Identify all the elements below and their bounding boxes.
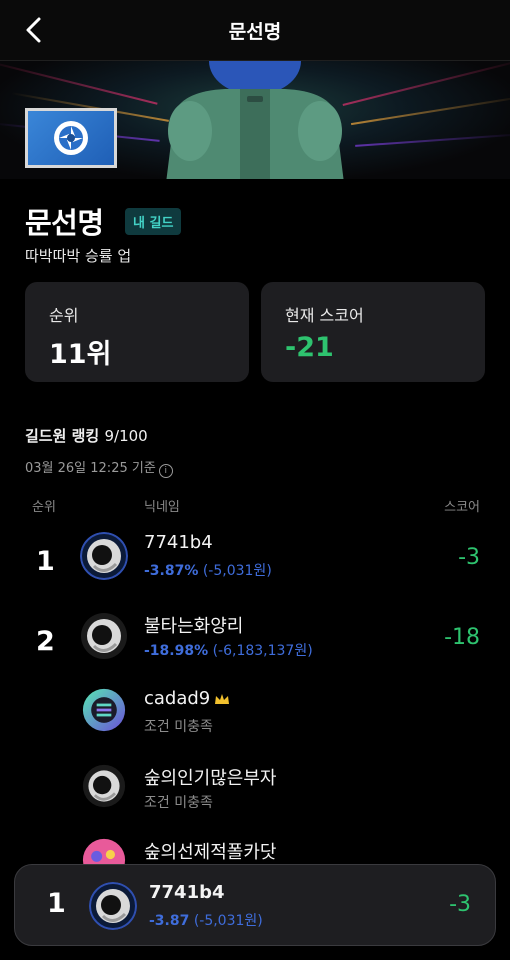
coin-avatar-icon bbox=[82, 688, 126, 732]
rank-card: 순위 11위 bbox=[25, 282, 249, 382]
timestamp-text: 03월 26일 12:25 기준 bbox=[25, 461, 156, 476]
my-change: -3.87 (-5,031원) bbox=[149, 910, 263, 930]
ranking-count: 9/100 bbox=[104, 427, 148, 445]
member-row[interactable]: 숲의인기많은부자 조건 미충족 bbox=[0, 764, 510, 832]
member-change: -18.98% (-6,183,137원) bbox=[144, 640, 313, 660]
member-score: -3 bbox=[458, 545, 480, 570]
info-icon[interactable]: i bbox=[158, 464, 173, 478]
score-label: 현재 스코어 bbox=[285, 306, 364, 325]
my-change-amount: (-5,031원) bbox=[193, 913, 263, 929]
aperture-logo-icon bbox=[54, 121, 88, 155]
score-card: 현재 스코어 -21 bbox=[261, 282, 485, 382]
character-figure bbox=[166, 61, 344, 179]
ranking-title: 길드원 랭킹 9/100 bbox=[25, 425, 148, 446]
member-nickname: cadad9 bbox=[144, 688, 211, 709]
member-change-percent: -3.87% bbox=[144, 563, 199, 579]
member-status: 조건 미충족 bbox=[144, 719, 213, 735]
member-row[interactable]: cadad9 조건 미충족 bbox=[0, 688, 510, 756]
rank-value: 11위 bbox=[49, 339, 112, 370]
column-header-rank: 순위 bbox=[32, 500, 56, 515]
astronaut-avatar-icon bbox=[80, 532, 128, 580]
member-row[interactable]: 2 불타는화양리 -18.98% (-6,183,137원) -18 bbox=[0, 612, 510, 680]
member-nickname: 숲의인기많은부자 bbox=[144, 768, 277, 789]
member-nickname: 7741b4 bbox=[144, 532, 213, 553]
ranking-timestamp: 03월 26일 12:25 기준 i bbox=[25, 457, 173, 478]
member-nickname: 숲의선제적폴카닷 bbox=[144, 842, 277, 863]
member-rank: 1 bbox=[36, 546, 55, 577]
my-rank-sticky-card[interactable]: 1 7741b4 -3.87 (-5,031원) -3 bbox=[14, 864, 496, 946]
ranking-title-text: 길드원 랭킹 bbox=[25, 427, 100, 445]
member-change: -3.87% (-5,031원) bbox=[144, 560, 272, 580]
member-score: -18 bbox=[444, 625, 480, 650]
member-change-amount: (-6,183,137원) bbox=[212, 643, 313, 659]
astronaut-avatar-icon bbox=[82, 764, 126, 808]
member-status: 조건 미충족 bbox=[144, 795, 213, 811]
column-header-score: 스코어 bbox=[444, 500, 480, 515]
member-nickname-wrap: cadad9 bbox=[144, 688, 230, 709]
guild-description: 따박따박 승률 업 bbox=[25, 247, 132, 265]
rank-label: 순위 bbox=[49, 306, 79, 325]
top-bar: 문선명 bbox=[0, 0, 510, 61]
astronaut-avatar-icon bbox=[81, 613, 127, 659]
my-nickname: 7741b4 bbox=[149, 882, 225, 903]
page-title: 문선명 bbox=[228, 21, 282, 43]
member-rank: 2 bbox=[36, 626, 55, 657]
member-nickname: 불타는화양리 bbox=[144, 616, 244, 637]
my-change-percent: -3.87 bbox=[149, 913, 190, 929]
member-change-amount: (-5,031원) bbox=[202, 563, 272, 579]
guild-name: 문선명 bbox=[25, 206, 104, 240]
member-change-percent: -18.98% bbox=[144, 643, 209, 659]
guild-logo bbox=[25, 108, 117, 168]
crown-icon bbox=[215, 694, 230, 704]
score-value: -21 bbox=[285, 332, 334, 363]
my-score: -3 bbox=[449, 892, 471, 917]
my-guild-badge: 내 길드 bbox=[125, 208, 182, 235]
member-row[interactable]: 1 7741b4 -3.87% (-5,031원) -3 bbox=[0, 532, 510, 600]
my-rank: 1 bbox=[47, 888, 66, 919]
astronaut-avatar-icon bbox=[89, 882, 137, 930]
column-header-nickname: 닉네임 bbox=[144, 500, 180, 515]
